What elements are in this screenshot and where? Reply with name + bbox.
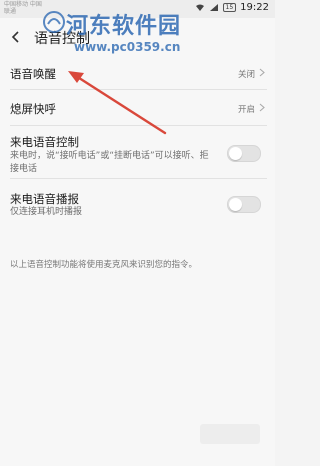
- row-title: 来电语音控制: [10, 135, 79, 149]
- row-screen-off-quick-call[interactable]: 熄屏快呼 开启: [10, 90, 267, 126]
- row-voice-wakeup[interactable]: 语音唤醒 关闭: [10, 56, 267, 90]
- carrier-label: 中国移动 中国联通: [4, 1, 42, 15]
- incoming-call-announcement-toggle[interactable]: [227, 196, 261, 213]
- status-time: 19:22: [240, 2, 269, 13]
- row-description: 仅连接耳机时播报: [10, 207, 83, 217]
- row-incoming-call-announcement: 来电语音播报 仅连接耳机时播报: [10, 179, 267, 219]
- row-title: 熄屏快呼: [10, 102, 56, 116]
- watermark-logo-text: 河东软件园: [66, 13, 182, 39]
- row-title: 语音唤醒: [10, 67, 56, 81]
- microphone-footnote: 以上语音控制功能将使用麦克风来识别您的指令。: [10, 260, 198, 270]
- row-title: 来电语音播报: [10, 192, 79, 206]
- watermark-emblem-icon: [43, 11, 65, 33]
- voice-control-screen: 中国移动 中国联通 15 19:22 语音控制 河东软件园 www.pc0359…: [0, 0, 275, 466]
- blurred-region: [200, 424, 260, 444]
- incoming-call-voice-control-toggle[interactable]: [227, 145, 261, 162]
- row-description: 来电时，说“接听电话”或“挂断电话”可以接听、拒接电话: [10, 151, 209, 174]
- row-value: 开启: [237, 105, 255, 115]
- chevron-right-icon: [259, 103, 265, 112]
- watermark-url: www.pc0359.cn: [74, 40, 181, 54]
- toggle-knob: [229, 147, 242, 160]
- row-value: 关闭: [237, 70, 255, 80]
- chevron-right-icon: [259, 68, 265, 77]
- back-arrow-icon[interactable]: [8, 29, 24, 45]
- settings-list: 语音唤醒 关闭 熄屏快呼 开启 来电语音控制 来电时，说“接听电话”或“挂断电话…: [0, 56, 275, 219]
- row-incoming-call-voice-control: 来电语音控制 来电时，说“接听电话”或“挂断电话”可以接听、拒接电话: [10, 126, 267, 179]
- toggle-knob: [229, 198, 242, 211]
